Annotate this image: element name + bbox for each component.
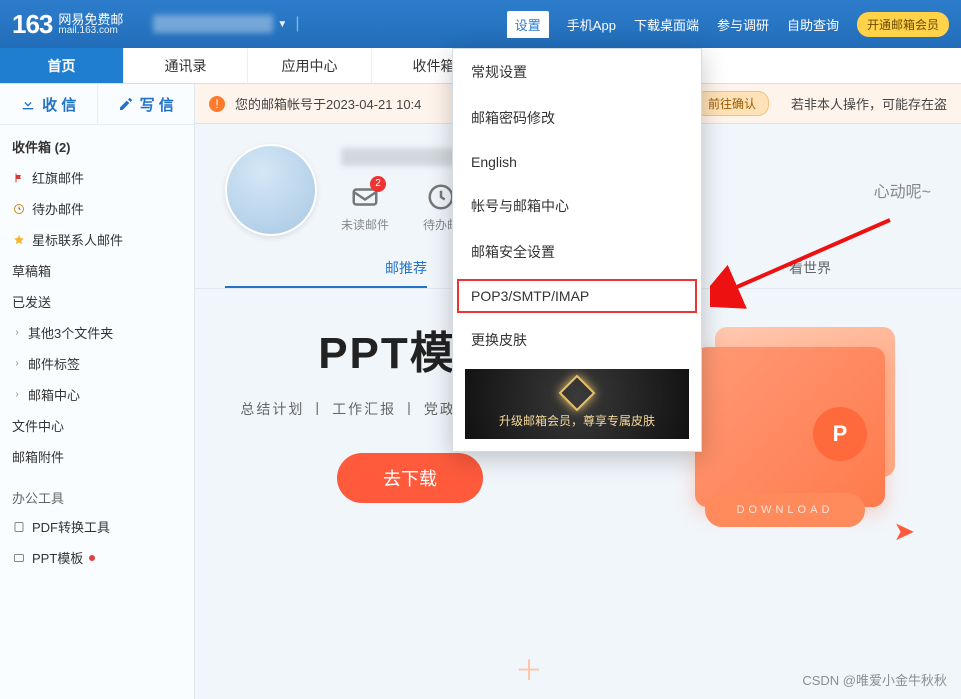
card-front: P: [695, 347, 885, 507]
download-pill: DOWNLOAD: [705, 493, 865, 527]
chevron-down-icon: ▼: [277, 19, 287, 30]
settings-dropdown: 常规设置 邮箱密码修改 English 帐号与邮箱中心 邮箱安全设置 POP3/…: [452, 48, 702, 452]
account-dropdown[interactable]: ▼ |: [153, 15, 303, 33]
alert-icon: !: [209, 96, 225, 112]
menu-english[interactable]: English: [453, 141, 701, 183]
nav-survey[interactable]: 参与调研: [717, 15, 769, 34]
receive-mail-button[interactable]: 收 信: [0, 84, 97, 124]
divider: |: [295, 15, 299, 33]
top-nav: 设置 手机App 下载桌面端 参与调研 自助查询 开通邮箱会员: [507, 11, 949, 38]
menu-account-center[interactable]: 帐号与邮箱中心: [453, 183, 701, 229]
flag-icon: [12, 171, 26, 185]
folder-sent[interactable]: 已发送: [0, 286, 194, 317]
folder-todo[interactable]: 待办邮件: [0, 193, 194, 224]
notification-dot-icon: [89, 555, 95, 561]
folder-inbox[interactable]: 收件箱 (2): [0, 131, 194, 162]
logo-cn: 网易免费邮: [58, 13, 123, 26]
unread-badge: 2: [370, 176, 386, 192]
unread-label: 未读邮件: [341, 216, 389, 233]
skin-promo-text: 升级邮箱会员，尊享专属皮肤: [499, 412, 655, 429]
folder-others[interactable]: ›其他3个文件夹: [0, 317, 194, 348]
download-button[interactable]: 去下载: [337, 453, 483, 503]
nav-selfhelp[interactable]: 自助查询: [787, 15, 839, 34]
folder-mailcenter[interactable]: ›邮箱中心: [0, 379, 194, 410]
topbar: 163 网易免费邮 mail.163.com ▼ | 设置 手机App 下载桌面…: [0, 0, 961, 48]
unread-mail-button[interactable]: 2 未读邮件: [341, 182, 389, 233]
logo-text: 163: [12, 9, 52, 40]
chevron-right-icon: ›: [12, 327, 22, 338]
folder-list: 收件箱 (2) 红旗邮件 待办邮件 星标联系人邮件 草稿箱 已发送 ›其他3个文…: [0, 125, 194, 478]
ppt-p-icon: P: [813, 407, 867, 461]
tool-ppt-template[interactable]: PPT模板: [0, 542, 194, 573]
folder-labels[interactable]: ›邮件标签: [0, 348, 194, 379]
chevron-right-icon: ›: [12, 358, 22, 369]
notice-warning: 若非本人操作，可能存在盗: [791, 94, 947, 113]
nav-mobile-app[interactable]: 手机App: [567, 15, 616, 34]
skin-upgrade-promo[interactable]: 升级邮箱会员，尊享专属皮肤: [465, 369, 689, 439]
confirm-button[interactable]: 前往确认: [695, 91, 769, 116]
ppt-icon: [12, 551, 26, 565]
feed-tab-recommend[interactable]: 邮推荐: [225, 258, 427, 288]
menu-pop3-smtp-imap[interactable]: POP3/SMTP/IMAP: [453, 275, 701, 317]
folder-attachments[interactable]: 邮箱附件: [0, 441, 194, 472]
chevron-right-icon: ›: [12, 389, 22, 400]
menu-change-password[interactable]: 邮箱密码修改: [453, 95, 701, 141]
notice-text: 您的邮箱帐号于2023-04-21 10:4: [235, 94, 421, 113]
compose-label: 写 信: [140, 94, 174, 115]
sidebar: 收 信 写 信 收件箱 (2) 红旗邮件 待办邮件 星标联系人邮件 草稿箱 已发: [0, 84, 195, 699]
compose-mail-button[interactable]: 写 信: [97, 84, 195, 124]
folder-filecenter[interactable]: 文件中心: [0, 410, 194, 441]
logo-en: mail.163.com: [58, 26, 123, 36]
logo[interactable]: 163 网易免费邮 mail.163.com: [12, 9, 123, 40]
menu-change-skin[interactable]: 更换皮肤: [453, 317, 701, 363]
office-tools-title: 办公工具: [0, 478, 194, 511]
feed-tab-world[interactable]: 看世界: [789, 258, 931, 288]
nav-download-desktop[interactable]: 下载桌面端: [634, 15, 699, 34]
folder-drafts[interactable]: 草稿箱: [0, 255, 194, 286]
receive-label: 收 信: [42, 94, 76, 115]
tab-contacts[interactable]: 通讯录: [124, 48, 248, 83]
menu-security-settings[interactable]: 邮箱安全设置: [453, 229, 701, 275]
menu-general-settings[interactable]: 常规设置: [453, 49, 701, 95]
edit-icon: [118, 96, 134, 112]
cursor-icon: ➤: [893, 516, 915, 547]
tab-appcenter[interactable]: 应用中心: [248, 48, 372, 83]
folder-redflag[interactable]: 红旗邮件: [0, 162, 194, 193]
download-icon: [20, 96, 36, 112]
account-email-blurred: [153, 15, 273, 33]
watermark: CSDN @唯爱小金牛秋秋: [802, 670, 947, 689]
vip-upgrade-button[interactable]: 开通邮箱会员: [857, 12, 949, 37]
avatar[interactable]: [225, 144, 317, 236]
hero-slogan: 心动呢~: [744, 178, 931, 202]
clock-icon: [12, 202, 26, 216]
diamond-icon: [559, 374, 596, 411]
pdf-icon: [12, 520, 26, 534]
folder-starred[interactable]: 星标联系人邮件: [0, 224, 194, 255]
tab-home[interactable]: 首页: [0, 48, 124, 83]
star-icon: [12, 233, 26, 247]
tool-pdf-convert[interactable]: PDF转换工具: [0, 511, 194, 542]
nav-settings[interactable]: 设置: [507, 11, 549, 38]
plus-decoration-icon: ＋: [515, 649, 543, 689]
